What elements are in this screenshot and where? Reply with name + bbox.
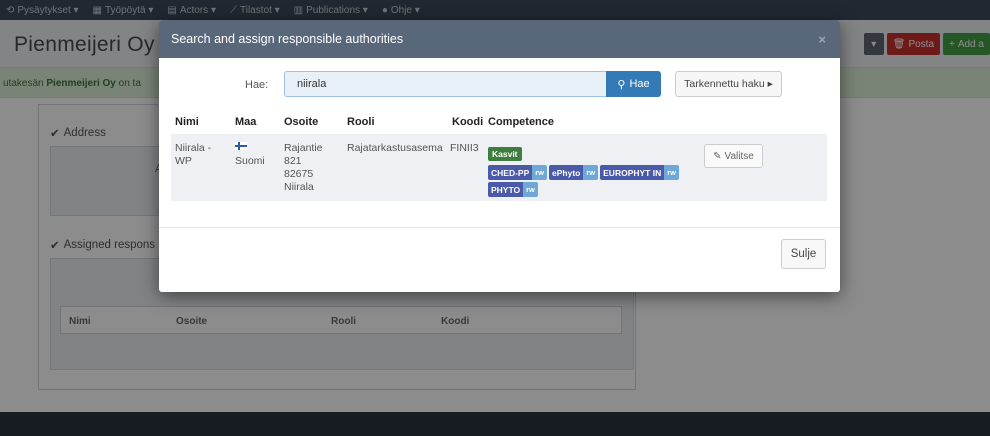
result-name: Niirala - WP (175, 142, 212, 167)
competence-badge: PHYTO rw (488, 182, 538, 197)
search-button[interactable]: ⚲ Hae (606, 71, 661, 97)
column-header-rooli: Rooli (347, 116, 375, 128)
competence-group-badge: Kasvit (488, 147, 522, 161)
result-code: FINII3 (450, 142, 479, 154)
search-row: Hae: ⚲ Hae Tarkennettu haku ▸ (159, 70, 840, 100)
result-country: Suomi (235, 155, 265, 167)
column-header-osoite: Osoite (284, 116, 319, 128)
result-address: Rajantie 821 82675 Niirala (284, 142, 323, 193)
column-header-koodi: Koodi (452, 116, 484, 128)
column-header-competence: Competence (488, 116, 555, 128)
search-label: Hae: (245, 79, 269, 91)
close-button[interactable]: Sulje (781, 239, 826, 269)
competence-badge: ePhyto rw (549, 165, 599, 180)
modal-title: Search and assign responsible authoritie… (171, 32, 404, 46)
assign-authorities-modal: Search and assign responsible authoritie… (159, 20, 840, 292)
result-role: Rajatarkastusasema (347, 142, 443, 154)
edit-icon: ✎ (713, 150, 722, 162)
column-header-maa: Maa (235, 116, 257, 128)
modal-header: Search and assign responsible authoritie… (159, 20, 840, 58)
advanced-search-button[interactable]: Tarkennettu haku ▸ (675, 71, 782, 97)
search-input[interactable] (284, 71, 606, 97)
competence-badge: EUROPHYT IN rw (600, 165, 679, 180)
close-icon[interactable]: × (818, 32, 826, 47)
select-button[interactable]: ✎ Valitse (704, 144, 763, 168)
search-icon: ⚲ (617, 78, 626, 91)
competence-badge: CHED-PP rw (488, 165, 548, 180)
column-header-nimi: Nimi (175, 116, 199, 128)
modal-divider (159, 227, 840, 228)
competence-badges: PHYTO rw (488, 182, 540, 197)
table-row: Niirala - WP Suomi Rajantie 821 82675 Ni… (171, 134, 827, 201)
flag-finland-icon (235, 141, 247, 154)
competence-badges: CHED-PP rw ePhyto rw EUROPHYT IN rw (488, 165, 681, 180)
